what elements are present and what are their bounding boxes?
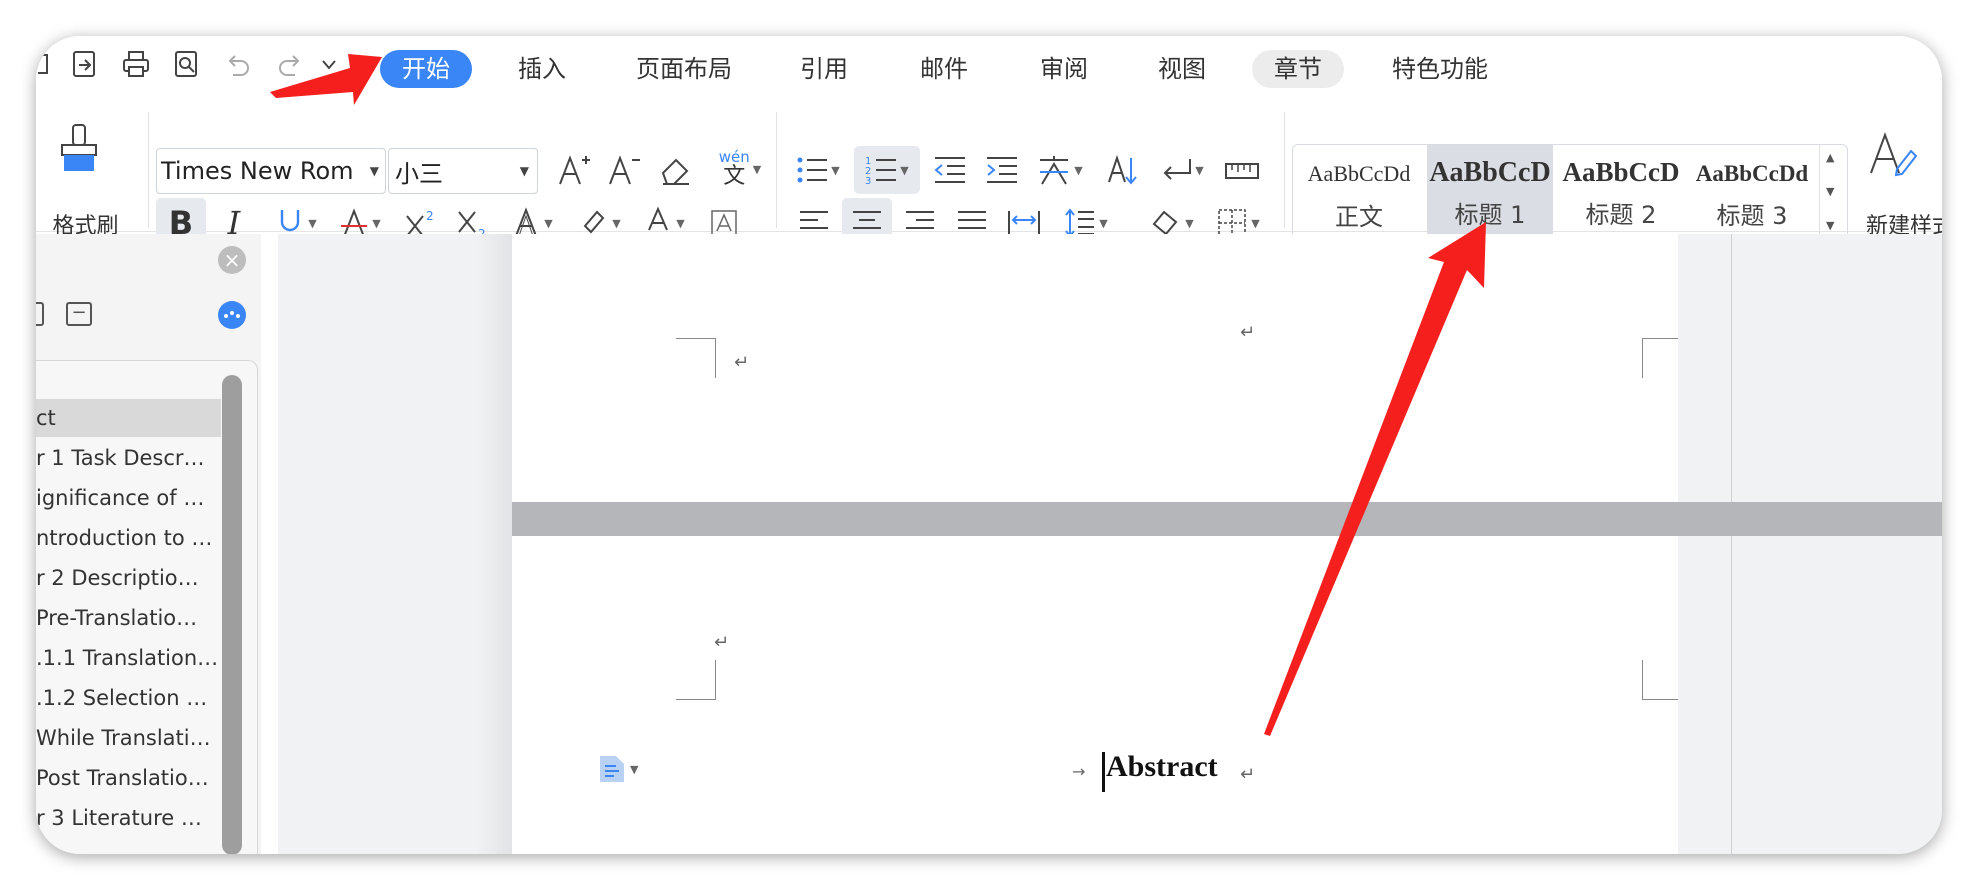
annotation-arrows <box>270 54 1486 736</box>
arrow-to-home-tab <box>270 54 382 105</box>
arrow-to-heading-style <box>1264 222 1486 736</box>
